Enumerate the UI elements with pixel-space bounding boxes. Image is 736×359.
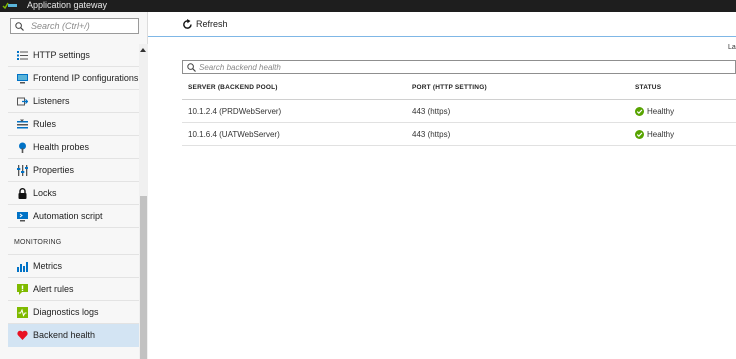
column-header-status[interactable]: STATUS: [635, 76, 661, 99]
automation-icon: [17, 212, 28, 222]
rules-icon: [17, 119, 28, 129]
metrics-icon: [17, 262, 28, 272]
sidebar-item-rules[interactable]: Rules: [8, 113, 139, 136]
healthy-check-icon: [635, 130, 644, 139]
backend-health-search-box[interactable]: [182, 60, 736, 74]
sidebar-item-listeners[interactable]: Listeners: [8, 90, 139, 113]
sidebar-item-health-probes[interactable]: Health probes: [8, 136, 139, 159]
search-icon: [187, 63, 196, 72]
scroll-up-icon[interactable]: [140, 48, 146, 52]
resource-menu: HTTP settings Frontend IP configurations…: [0, 12, 148, 359]
sidebar-item-label: Frontend IP configurations: [33, 73, 139, 83]
sidebar-item-backend-health[interactable]: Backend health: [8, 324, 139, 347]
sidebar-item-label: Rules: [33, 119, 57, 129]
sidebar-item-label: Diagnostics logs: [33, 307, 99, 317]
server-cell: 10.1.6.4 (UATWebServer): [188, 130, 280, 139]
sidebar-item-label: Locks: [33, 188, 57, 198]
lock-icon: [18, 188, 27, 199]
refresh-label: Refresh: [196, 19, 228, 29]
heart-icon: [17, 330, 28, 340]
status-cell: Healthy: [635, 100, 674, 123]
sidebar-item-label: HTTP settings: [33, 50, 90, 60]
properties-icon: [17, 165, 28, 176]
status-text: Healthy: [647, 107, 675, 116]
section-header-monitoring: MONITORING: [8, 228, 139, 255]
column-header-server[interactable]: SERVER (BACKEND POOL): [188, 76, 278, 99]
menu-search-box[interactable]: [10, 18, 139, 34]
listener-icon: [17, 97, 28, 106]
port-cell: 443 (https): [412, 107, 451, 116]
alert-icon: [17, 284, 28, 295]
sidebar-item-http-settings[interactable]: HTTP settings: [8, 44, 139, 67]
menu-list: HTTP settings Frontend IP configurations…: [8, 44, 139, 347]
probe-icon: [19, 142, 26, 153]
backend-health-search-input[interactable]: [199, 61, 499, 73]
sidebar-item-metrics[interactable]: Metrics: [8, 255, 139, 278]
healthy-check-icon: [635, 107, 644, 116]
application-gateway-icon: [2, 2, 17, 10]
sidebar-item-diagnostics-logs[interactable]: Diagnostics logs: [8, 301, 139, 324]
sidebar-item-locks[interactable]: Locks: [8, 182, 139, 205]
sidebar-item-label: Properties: [33, 165, 75, 175]
backend-health-table: SERVER (BACKEND POOL) PORT (HTTP SETTING…: [182, 76, 736, 146]
menu-search-input[interactable]: [31, 20, 135, 32]
backend-health-blade: Refresh La SERVER (BACKEND POOL) PORT (H…: [148, 12, 736, 359]
port-cell: 443 (https): [412, 130, 451, 139]
sidebar-item-label: Listeners: [33, 96, 70, 106]
server-cell: 10.1.2.4 (PRDWebServer): [188, 107, 282, 116]
app-title: Application gateway: [27, 0, 108, 10]
sidebar-item-label: Health probes: [33, 142, 90, 152]
sidebar-item-label: Automation script: [33, 211, 103, 221]
sidebar-item-properties[interactable]: Properties: [8, 159, 139, 182]
refresh-icon: [183, 19, 192, 29]
list-icon: [17, 51, 28, 60]
status-text: Healthy: [647, 130, 675, 139]
scrollbar-thumb[interactable]: [140, 196, 147, 359]
column-header-port[interactable]: PORT (HTTP SETTING): [412, 76, 487, 99]
sidebar-item-label: Backend health: [33, 330, 96, 340]
command-bar: Refresh: [148, 12, 736, 37]
search-icon: [15, 22, 24, 31]
diagnostics-icon: [17, 307, 28, 318]
menu-scrollbar[interactable]: [139, 44, 148, 359]
table-row[interactable]: 10.1.6.4 (UATWebServer) 443 (https) Heal…: [182, 123, 736, 146]
refresh-button[interactable]: Refresh: [182, 18, 228, 32]
title-bar: Application gateway: [0, 0, 736, 12]
monitor-icon: [17, 74, 28, 84]
last-updated-label: La: [728, 44, 736, 51]
sidebar-item-alert-rules[interactable]: Alert rules: [8, 278, 139, 301]
sidebar-item-label: Alert rules: [33, 284, 74, 294]
table-header: SERVER (BACKEND POOL) PORT (HTTP SETTING…: [182, 76, 736, 100]
sidebar-item-automation-script[interactable]: Automation script: [8, 205, 139, 228]
sidebar-item-frontend-ip[interactable]: Frontend IP configurations: [8, 67, 139, 90]
status-cell: Healthy: [635, 123, 674, 146]
table-row[interactable]: 10.1.2.4 (PRDWebServer) 443 (https) Heal…: [182, 100, 736, 123]
sidebar-item-label: Metrics: [33, 261, 62, 271]
